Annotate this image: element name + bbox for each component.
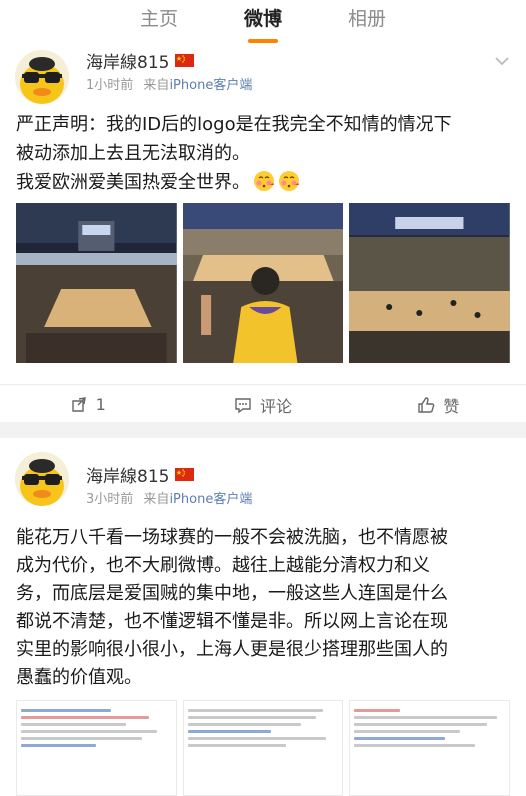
source-prefix: 来自 (143, 78, 170, 93)
arena-photo[interactable] (16, 203, 177, 363)
username-text: 海岸線815 (86, 467, 170, 487)
screenshot-grid (16, 700, 511, 796)
username-text: 海岸線815 (86, 53, 170, 73)
arena-photo-image (182, 203, 344, 363)
post-meta: 3小时前 来自iPhone客户端 (86, 488, 252, 507)
screenshot-thumbnail[interactable] (182, 700, 344, 796)
weibo-post: 海岸線815 3小时前 来自iPhone客户端 能花万八千看一场球赛的一般不会被… (0, 438, 526, 796)
post-line: 被动添加上去且无法取消的。 (16, 143, 250, 164)
arena-photo-image (349, 203, 511, 363)
kissing-face-icon (279, 171, 299, 191)
like-label: 赞 (443, 396, 460, 416)
post-text: 严正声明：我的ID后的logo是在我完全不知情的情况下 被动添加上去且无法取消的… (16, 110, 512, 197)
post-action-bar: 1 评论 赞 (0, 384, 526, 420)
post-line: 我爱欧洲爱美国热爱全世界。 (16, 172, 250, 193)
weibo-post: 海岸線815 1小时前 来自iPhone客户端 严正声明：我的ID后的logo是… (0, 44, 526, 422)
repost-count: 1 (95, 395, 106, 414)
username[interactable]: 海岸線815 (86, 48, 195, 73)
tab-album[interactable]: 相册 (346, 0, 388, 44)
post-line: 严正声明：我的ID后的logo是在我完全不知情的情况下 (16, 114, 452, 135)
post-source[interactable]: iPhone客户端 (169, 78, 252, 93)
post-line: 都说不清楚，也不懂逻辑不懂是非。所以网上言论在现 (16, 611, 448, 632)
comment-label: 评论 (259, 396, 292, 416)
arena-photo[interactable] (182, 203, 344, 363)
china-flag-icon (175, 468, 195, 481)
kissing-face-icon (254, 171, 274, 191)
post-time: 3小时前 (86, 492, 134, 507)
post-line: 成为代价，也不大刷微博。越往上越能分清权力和义 (16, 555, 430, 576)
profile-tab-bar: 主页 微博 相册 (0, 0, 526, 44)
arena-photo[interactable] (349, 203, 511, 363)
duck-avatar-icon (15, 50, 69, 104)
comment-icon (235, 397, 251, 413)
post-line-with-emoji: 我爱欧洲爱美国热爱全世界。 (16, 168, 512, 197)
post-line: 能花万八千看一场球赛的一般不会被洗脑，也不情愿被 (16, 527, 448, 548)
post-source[interactable]: iPhone客户端 (169, 492, 252, 507)
post-time: 1小时前 (86, 78, 134, 93)
post-line: 实里的影响很小很小，上海人更是很少搭理那些国人的 (16, 639, 448, 660)
avatar[interactable] (15, 452, 69, 506)
repost-icon (71, 396, 86, 412)
post-text: 能花万八千看一场球赛的一般不会被洗脑，也不情愿被 成为代价，也不大刷微博。越往上… (16, 524, 512, 692)
arena-photo-image (16, 203, 177, 363)
post-line: 务，而底层是爱国贼的集中地，一般这些人连国是什么 (16, 583, 448, 604)
china-flag-icon (175, 54, 195, 67)
duck-avatar-icon (15, 452, 69, 506)
repost-button[interactable]: 1 (0, 385, 175, 420)
post-line: 愚蠢的价值观。 (16, 667, 142, 688)
photo-grid (16, 203, 511, 363)
chevron-down-icon[interactable] (494, 56, 510, 66)
tab-home[interactable]: 主页 (138, 0, 180, 44)
tab-weibo[interactable]: 微博 (242, 0, 284, 44)
comment-button[interactable]: 评论 (175, 385, 350, 420)
like-button[interactable]: 赞 (351, 385, 526, 420)
thumbs-up-icon (418, 396, 435, 413)
source-prefix: 来自 (143, 492, 170, 507)
username[interactable]: 海岸線815 (86, 462, 195, 487)
avatar[interactable] (15, 50, 69, 104)
screenshot-thumbnail[interactable] (16, 700, 177, 796)
screenshot-thumbnail[interactable] (349, 700, 511, 796)
post-meta: 1小时前 来自iPhone客户端 (86, 74, 252, 93)
